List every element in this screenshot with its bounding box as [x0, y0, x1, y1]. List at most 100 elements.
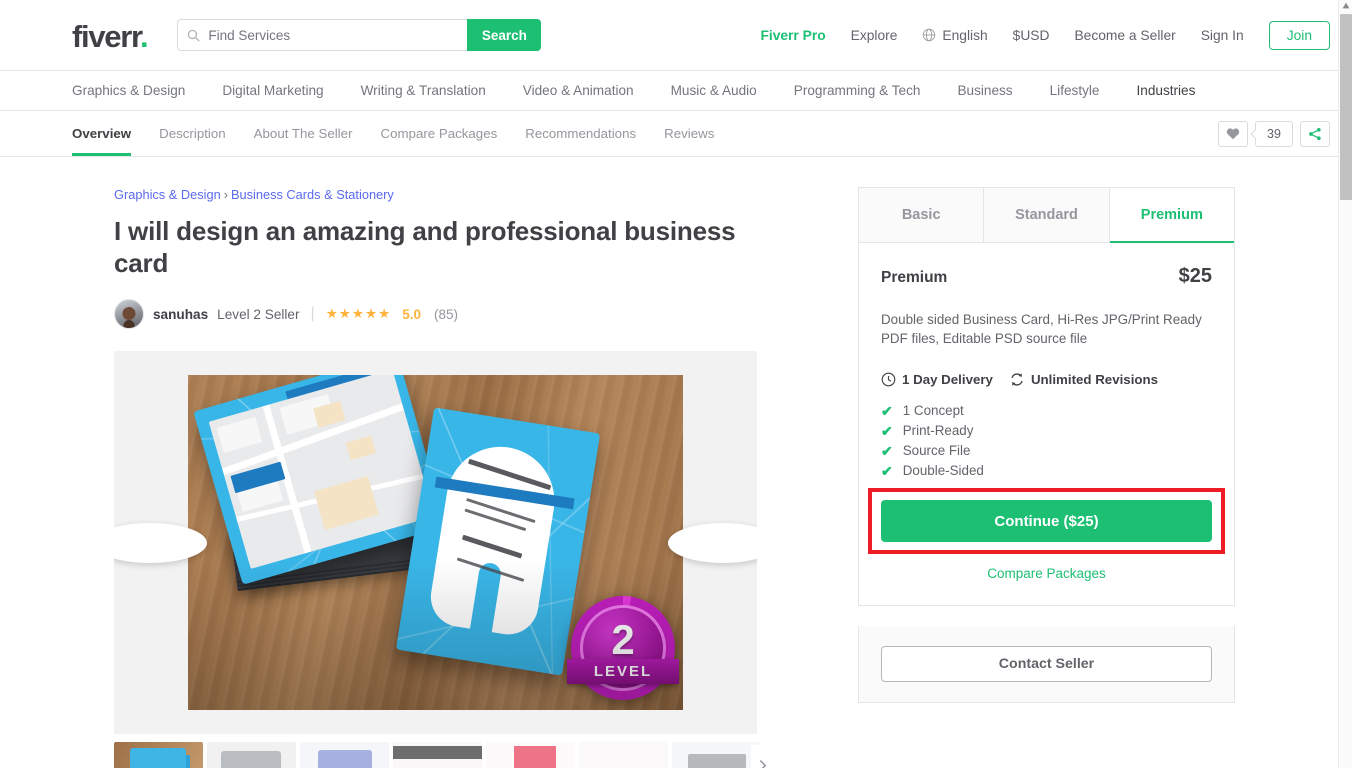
package-description: Double sided Business Card, Hi-Res JPG/P…: [881, 312, 1202, 347]
page-content: Graphics & Design › Business Cards & Stati…: [0, 157, 1352, 768]
tab-reviews[interactable]: Reviews: [664, 111, 714, 156]
breadcrumb-item-category[interactable]: Graphics & Design: [114, 187, 221, 202]
gig-main-column: Graphics & Design › Business Cards & Stati…: [0, 187, 773, 768]
category-business[interactable]: Business: [957, 83, 1012, 98]
gig-tab-bar: Overview Description About The Seller Co…: [0, 111, 1352, 157]
tab-overview[interactable]: Overview: [72, 111, 132, 156]
list-item[interactable]: [207, 742, 296, 768]
globe-icon: [923, 28, 936, 42]
page-title: I will design an amazing and professiona…: [114, 216, 736, 278]
revisions-label: Unlimited Revisions: [1030, 372, 1159, 388]
seller-name[interactable]: sanuhas: [153, 307, 208, 322]
contact-seller-button[interactable]: Contact Seller: [881, 646, 1212, 683]
delivery-time: 1 Day Delivery: [881, 372, 993, 387]
nav-sign-in[interactable]: Sign In: [1201, 28, 1244, 43]
nav-become-a-seller[interactable]: Become a Seller: [1074, 28, 1175, 43]
heart-icon: [1226, 128, 1240, 140]
check-icon: ✔: [881, 442, 893, 459]
join-button[interactable]: Join: [1268, 20, 1330, 50]
feature-label: Source File: [902, 443, 971, 459]
gig-main-image[interactable]: 2 LEVEL: [188, 375, 683, 711]
list-item: ✔ Source File: [881, 443, 1212, 458]
category-nav: Graphics & Design Digital Marketing Writ…: [0, 71, 1352, 111]
compare-packages-link[interactable]: Compare Packages: [881, 566, 1212, 581]
scrollbar-thumb[interactable]: [1340, 14, 1352, 200]
list-item[interactable]: [672, 742, 761, 768]
package-meta: 1 Day Delivery Unlimited Revisions: [881, 372, 1212, 387]
scroll-up-arrow-icon[interactable]: [1342, 2, 1350, 9]
continue-button[interactable]: Continue ($25): [881, 500, 1212, 543]
page-root: fiverr. Search Fiverr Pro Explore En: [0, 0, 1352, 768]
search-button[interactable]: Search: [467, 19, 542, 51]
list-item[interactable]: [114, 742, 203, 768]
package-features: ✔ 1 Concept ✔ Print-Ready ✔ Source File: [881, 403, 1212, 478]
tab-recommendations[interactable]: Recommendations: [525, 111, 636, 156]
nav-currency[interactable]: $USD: [1013, 28, 1050, 43]
rating-value: 5.0: [402, 306, 421, 322]
seller-info: sanuhas Level 2 Seller | ★★★★★ 5.0 (85): [114, 299, 748, 330]
category-music-audio[interactable]: Music & Audio: [671, 83, 757, 98]
favorite-button[interactable]: [1218, 120, 1248, 147]
continue-cta-area: Continue ($25): [868, 488, 1225, 555]
favorite-count-badge: 39: [1255, 120, 1293, 147]
category-video-animation[interactable]: Video & Animation: [523, 83, 634, 98]
feature-label: 1 Concept: [902, 403, 964, 419]
gallery-thumbnails: [114, 742, 773, 768]
header-nav: Fiverr Pro Explore English $USD Become a…: [760, 20, 1330, 50]
list-item[interactable]: [579, 742, 668, 768]
search-box[interactable]: [177, 19, 468, 51]
category-industries[interactable]: Industries: [1136, 83, 1195, 98]
image-vignette: [188, 375, 683, 711]
list-item[interactable]: [486, 742, 575, 768]
rating-count: (85): [433, 306, 458, 322]
tab-compare-packages[interactable]: Compare Packages: [380, 111, 497, 156]
feature-label: Double-Sided: [902, 463, 984, 479]
category-writing-translation[interactable]: Writing & Translation: [361, 83, 486, 98]
delivery-label: 1 Day Delivery: [902, 372, 993, 388]
package-header-row: Premium $25: [881, 265, 1212, 288]
breadcrumb-item-subcategory[interactable]: Business Cards & Stationery: [231, 187, 394, 202]
avatar[interactable]: [114, 299, 144, 330]
nav-fiverr-pro[interactable]: Fiverr Pro: [760, 28, 825, 43]
fiverr-logo[interactable]: fiverr.: [72, 18, 149, 54]
check-icon: ✔: [881, 462, 893, 479]
category-digital-marketing[interactable]: Digital Marketing: [222, 83, 323, 98]
search-icon: [188, 29, 201, 42]
list-item: ✔ Double-Sided: [881, 463, 1212, 478]
nav-language[interactable]: English: [922, 28, 988, 43]
rating-stars: ★★★★★: [325, 306, 392, 322]
refresh-icon: [1011, 373, 1023, 386]
seller-divider: |: [310, 305, 315, 323]
contact-seller-panel: Contact Seller: [858, 626, 1235, 704]
site-header: fiverr. Search Fiverr Pro Explore En: [0, 0, 1352, 71]
search-bar: Search: [177, 19, 542, 51]
package-tab-basic[interactable]: Basic: [859, 188, 985, 243]
check-icon: ✔: [881, 402, 893, 419]
package-tabs: Basic Standard Premium: [859, 188, 1234, 243]
breadcrumb: Graphics & Design › Business Cards & Stati…: [114, 187, 748, 202]
category-programming-tech[interactable]: Programming & Tech: [794, 83, 921, 98]
package-name: Premium: [881, 269, 948, 286]
list-item[interactable]: [300, 742, 389, 768]
page-scrollbar[interactable]: [1338, 0, 1352, 768]
tab-about-the-seller[interactable]: About The Seller: [254, 111, 353, 156]
logo-dot: .: [140, 18, 149, 54]
list-item: ✔ Print-Ready: [881, 423, 1212, 438]
feature-label: Print-Ready: [902, 423, 974, 439]
nav-explore[interactable]: Explore: [851, 28, 898, 43]
package-tab-standard[interactable]: Standard: [984, 188, 1110, 243]
gig-tabs: Overview Description About The Seller Co…: [72, 111, 714, 156]
share-icon: [1309, 127, 1321, 140]
revisions: Unlimited Revisions: [1009, 372, 1158, 387]
gig-tab-actions: 39: [1218, 120, 1330, 147]
thumbnails-next-button[interactable]: [751, 745, 773, 768]
category-lifestyle[interactable]: Lifestyle: [1050, 83, 1100, 98]
chevron-right-icon: [759, 759, 766, 768]
list-item[interactable]: [393, 742, 482, 768]
tab-description[interactable]: Description: [159, 111, 226, 156]
search-input[interactable]: [208, 27, 459, 43]
share-button[interactable]: [1300, 120, 1330, 147]
package-price: $25: [1178, 265, 1212, 287]
package-tab-premium[interactable]: Premium: [1109, 188, 1234, 243]
category-graphics-design[interactable]: Graphics & Design: [72, 83, 185, 98]
